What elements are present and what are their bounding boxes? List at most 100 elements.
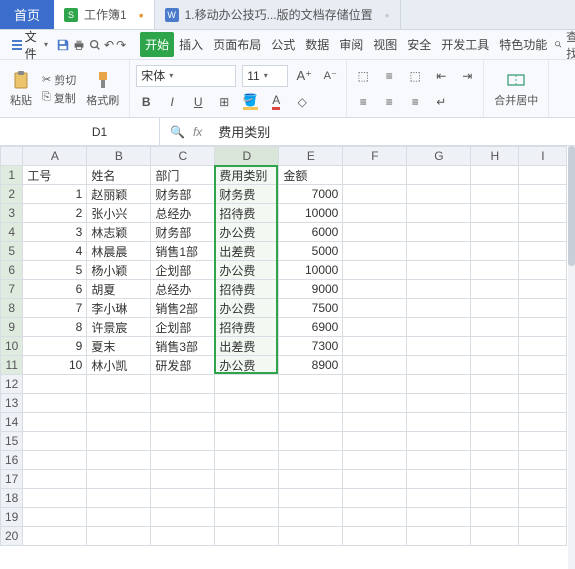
cell[interactable]: 财务部 <box>151 223 215 242</box>
cell[interactable]: 胡夏 <box>87 280 151 299</box>
cell[interactable] <box>407 337 471 356</box>
vertical-scrollbar[interactable] <box>568 146 575 569</box>
row-header[interactable]: 7 <box>1 280 23 299</box>
row-header[interactable]: 3 <box>1 204 23 223</box>
row-header[interactable]: 14 <box>1 413 23 432</box>
cell[interactable]: 7000 <box>279 185 343 204</box>
cell[interactable] <box>407 527 471 546</box>
cell[interactable]: 9 <box>23 337 87 356</box>
cell[interactable]: 8 <box>23 318 87 337</box>
font-name-combo[interactable]: 宋体▾ <box>136 65 236 87</box>
cell[interactable]: 研发部 <box>151 356 215 375</box>
cell[interactable] <box>407 451 471 470</box>
redo-button[interactable]: ↷ <box>116 34 126 56</box>
cell[interactable] <box>215 527 279 546</box>
cell[interactable] <box>407 242 471 261</box>
ribbon-tab-2[interactable]: 页面布局 <box>208 32 266 57</box>
col-header-D[interactable]: D <box>215 147 279 166</box>
cell[interactable] <box>407 299 471 318</box>
align-middle-button[interactable]: ≡ <box>379 66 399 86</box>
cell[interactable] <box>519 280 567 299</box>
ribbon-tab-3[interactable]: 公式 <box>266 32 300 57</box>
cell[interactable] <box>279 432 343 451</box>
cell[interactable] <box>519 451 567 470</box>
cell[interactable] <box>519 242 567 261</box>
cell[interactable]: 许景宸 <box>87 318 151 337</box>
cell[interactable]: 赵丽颖 <box>87 185 151 204</box>
row-header[interactable]: 16 <box>1 451 23 470</box>
ribbon-tab-0[interactable]: 开始 <box>140 32 174 57</box>
cell[interactable]: 办公费 <box>215 223 279 242</box>
cell[interactable]: 6900 <box>279 318 343 337</box>
cell[interactable]: 2 <box>23 204 87 223</box>
cell[interactable] <box>87 527 151 546</box>
format-painter-button[interactable]: 格式刷 <box>82 68 123 110</box>
underline-button[interactable]: U <box>188 92 208 112</box>
align-top-button[interactable]: ⬚ <box>353 66 373 86</box>
cell[interactable] <box>519 299 567 318</box>
font-size-combo[interactable]: 11▾ <box>242 65 288 87</box>
cell[interactable] <box>151 489 215 508</box>
cell[interactable] <box>407 470 471 489</box>
decrease-indent-button[interactable]: ⇤ <box>431 66 451 86</box>
row-header[interactable]: 10 <box>1 337 23 356</box>
cell[interactable] <box>407 204 471 223</box>
italic-button[interactable]: I <box>162 92 182 112</box>
cell[interactable] <box>343 204 407 223</box>
align-right-button[interactable]: ≡ <box>405 92 425 112</box>
cut-button[interactable]: ✂剪切 <box>42 72 76 88</box>
align-left-button[interactable]: ≡ <box>353 92 373 112</box>
copy-button[interactable]: ⎘复制 <box>42 90 76 106</box>
decrease-font-button[interactable]: A⁻ <box>320 66 340 86</box>
cell[interactable] <box>151 470 215 489</box>
cell[interactable] <box>471 375 519 394</box>
preview-button[interactable] <box>88 34 102 56</box>
cell[interactable]: 林志颖 <box>87 223 151 242</box>
row-header[interactable]: 6 <box>1 261 23 280</box>
row-header[interactable]: 13 <box>1 394 23 413</box>
save-button[interactable] <box>56 34 70 56</box>
cell[interactable] <box>279 375 343 394</box>
cell[interactable]: 销售2部 <box>151 299 215 318</box>
cell[interactable]: 夏末 <box>87 337 151 356</box>
border-button[interactable]: ⊞ <box>214 92 234 112</box>
cell[interactable] <box>519 394 567 413</box>
select-all-corner[interactable] <box>1 147 23 166</box>
cell[interactable]: 李小琳 <box>87 299 151 318</box>
cell[interactable] <box>87 451 151 470</box>
cell[interactable] <box>279 470 343 489</box>
cell[interactable]: 企划部 <box>151 318 215 337</box>
cell[interactable] <box>87 508 151 527</box>
cell[interactable] <box>471 185 519 204</box>
cell[interactable] <box>407 261 471 280</box>
print-button[interactable] <box>72 34 86 56</box>
col-header-E[interactable]: E <box>279 147 343 166</box>
font-color-button[interactable]: A <box>266 92 286 112</box>
cell[interactable]: 10000 <box>279 261 343 280</box>
cell[interactable] <box>343 299 407 318</box>
cell[interactable] <box>519 223 567 242</box>
cell[interactable]: 5000 <box>279 242 343 261</box>
cell[interactable] <box>471 413 519 432</box>
cell[interactable]: 企划部 <box>151 261 215 280</box>
cell[interactable] <box>343 337 407 356</box>
row-header[interactable]: 17 <box>1 470 23 489</box>
wrap-text-button[interactable]: ↵ <box>431 92 451 112</box>
cell[interactable] <box>215 489 279 508</box>
cell[interactable] <box>343 166 407 185</box>
cell[interactable] <box>215 508 279 527</box>
cell[interactable] <box>471 356 519 375</box>
cell[interactable] <box>407 375 471 394</box>
col-header-F[interactable]: F <box>343 147 407 166</box>
ribbon-tab-1[interactable]: 插入 <box>174 32 208 57</box>
cell[interactable]: 销售1部 <box>151 242 215 261</box>
cell[interactable] <box>407 223 471 242</box>
cell[interactable] <box>23 451 87 470</box>
increase-indent-button[interactable]: ⇥ <box>457 66 477 86</box>
cell[interactable] <box>23 413 87 432</box>
cell[interactable]: 招待费 <box>215 318 279 337</box>
cell[interactable] <box>279 508 343 527</box>
cell[interactable]: 8900 <box>279 356 343 375</box>
cell[interactable]: 7 <box>23 299 87 318</box>
col-header-B[interactable]: B <box>87 147 151 166</box>
